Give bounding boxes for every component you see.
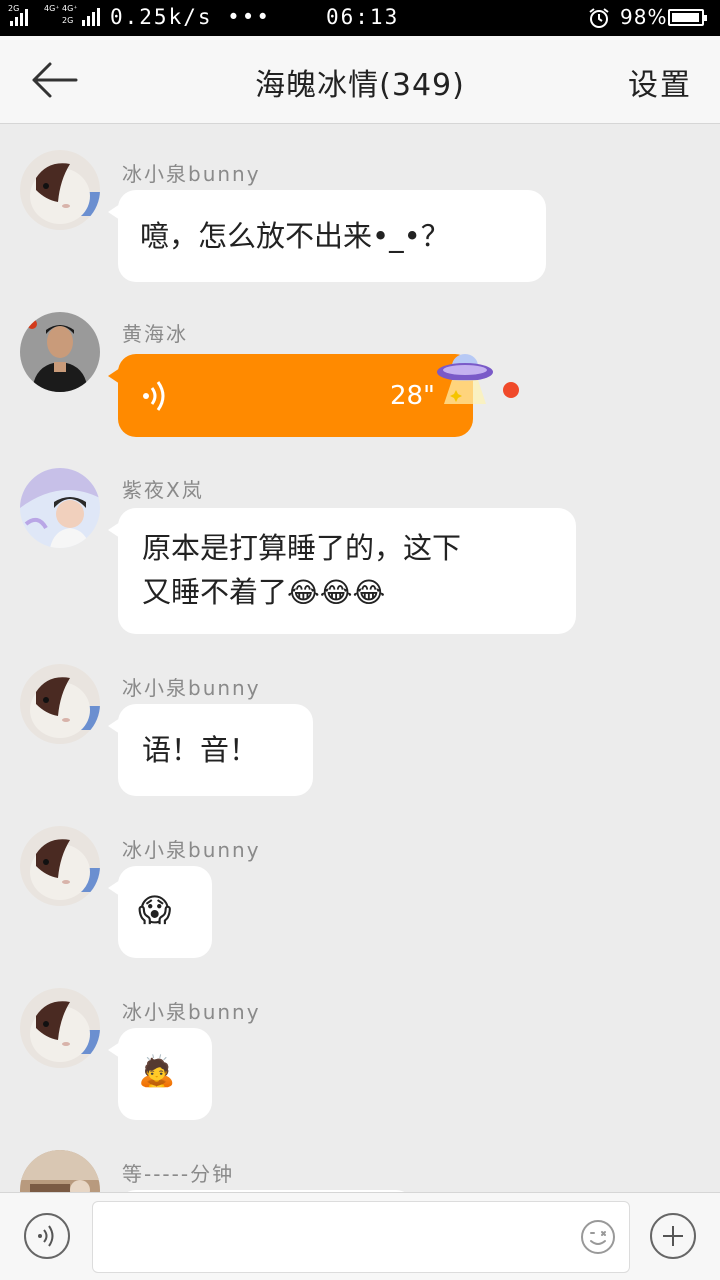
guinea-pig-avatar[interactable] bbox=[20, 988, 100, 1068]
voice-wave-icon bbox=[38, 1225, 54, 1247]
message-text: 噫，怎么放不出来•_•？ bbox=[140, 219, 450, 253]
battery-icon bbox=[668, 9, 707, 26]
message-bubble[interactable]: 原本是打算睡了的，这下 又睡不着了😂😂😂 bbox=[108, 508, 576, 634]
sender-name: 等-----分钟 bbox=[122, 1162, 235, 1186]
clock: 06:13 bbox=[326, 5, 400, 29]
voice-wave-icon bbox=[143, 381, 165, 411]
laugh-cry-emoji: 😂 bbox=[319, 576, 353, 609]
guinea-pig-avatar[interactable] bbox=[20, 826, 100, 906]
chat-header: 海魄冰情(349) 设置 bbox=[0, 36, 720, 124]
plus-button[interactable] bbox=[650, 1213, 696, 1259]
battery-percent: 98% bbox=[620, 5, 668, 29]
message-text-line: 原本是打算睡了的，这下 bbox=[142, 531, 462, 565]
unread-dot bbox=[503, 382, 519, 398]
room-photo-avatar[interactable] bbox=[20, 1150, 100, 1192]
message-text: 语！音！ bbox=[142, 733, 259, 767]
guinea-pig-avatar[interactable] bbox=[20, 664, 100, 744]
plus-icon bbox=[663, 1226, 683, 1246]
message-input[interactable] bbox=[92, 1201, 630, 1273]
message-list[interactable]: 冰小泉bunny 噫，怎么放不出来•_•？ 黄海冰 28" 紫夜X岚 原本是打算… bbox=[0, 124, 720, 1192]
network-type-4g: 4G⁺ 4G⁺ bbox=[44, 4, 78, 13]
girl-portrait-avatar[interactable] bbox=[20, 468, 100, 548]
laugh-cry-emoji: 😂 bbox=[287, 576, 320, 609]
bowing-emoji: 🙇 bbox=[138, 1054, 176, 1089]
page-title: 海魄冰情(349) bbox=[255, 68, 465, 103]
message-bubble[interactable]: 噫，怎么放不出来•_•？ bbox=[108, 190, 546, 282]
sender-name: 紫夜X岚 bbox=[122, 478, 204, 502]
signal-strength-icon bbox=[10, 8, 28, 26]
voice-message-bubble[interactable]: 28" bbox=[108, 354, 473, 437]
sender-name: 黄海冰 bbox=[122, 322, 188, 346]
voice-duration: 28" bbox=[389, 381, 435, 411]
network-type-2g-second: 2G bbox=[62, 16, 74, 25]
voice-input-button[interactable] bbox=[24, 1213, 70, 1259]
sender-name: 冰小泉bunny bbox=[122, 162, 261, 186]
guinea-pig-avatar[interactable] bbox=[20, 150, 100, 230]
message-text-line-2: 又睡不着了😂😂😂 bbox=[142, 575, 386, 609]
signal-strength-icon-2 bbox=[82, 8, 100, 26]
smiley-icon[interactable] bbox=[580, 1219, 616, 1255]
network-speed: 0.25k/s ••• bbox=[110, 5, 272, 29]
settings-button[interactable]: 设置 bbox=[628, 60, 692, 104]
sticker-bubble[interactable]: 🙇 bbox=[108, 1028, 212, 1120]
status-bar: 2G 4G⁺ 4G⁺ 2G 0.25k/s ••• 06:13 98% bbox=[0, 0, 720, 36]
sender-name: 冰小泉bunny bbox=[122, 1000, 261, 1024]
sender-name: 冰小泉bunny bbox=[122, 838, 261, 862]
shocked-face-emoji: 😱 bbox=[138, 891, 172, 929]
laugh-cry-emoji: 😂 bbox=[352, 576, 386, 609]
ufo-icon bbox=[437, 354, 493, 404]
sticker-bubble[interactable]: 😱 bbox=[108, 866, 212, 958]
message-bubble[interactable]: 语！音！ bbox=[108, 704, 313, 796]
input-bar bbox=[0, 1192, 720, 1280]
sender-name: 冰小泉bunny bbox=[122, 676, 261, 700]
alarm-clock-icon bbox=[589, 8, 609, 28]
man-portrait-avatar[interactable] bbox=[20, 312, 100, 392]
